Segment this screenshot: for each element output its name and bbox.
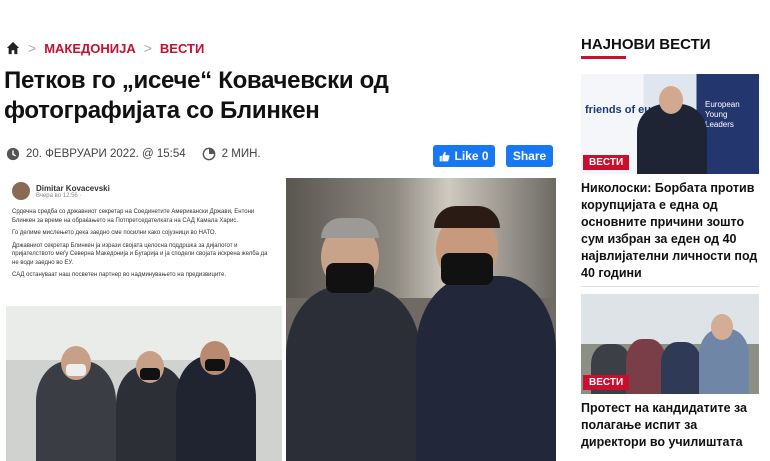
timer-icon <box>202 147 216 161</box>
article-meta: 20. ФЕВРУАРИ 2022. @ 15:54 2 МИН. <box>6 147 261 161</box>
fb-time: Вчера во 12:56 · <box>36 192 82 199</box>
home-icon[interactable] <box>6 41 20 55</box>
fb-post-text: Срдечна средба со државниот секретар на … <box>12 208 274 284</box>
sidebar-title: НАЈНОВИ ВЕСТИ <box>581 36 711 53</box>
chevron-right-icon: > <box>28 40 37 56</box>
article-image-fb-post: Dimitar Kovacevski Вчера во 12:56 · Срде… <box>6 178 282 461</box>
news-card[interactable]: friends of eu European Young Leaders ВЕС… <box>581 74 759 282</box>
news-card-title[interactable]: Протест на кандидатите за полагање испит… <box>581 400 759 451</box>
fb-paragraph: САД остануваат наш посветен партнер во н… <box>12 272 226 278</box>
fb-paragraph: Државниот секретар Блинкен ја изрази сво… <box>12 242 268 266</box>
article-title: Петков го „исече“ Ковачевски од фотограф… <box>4 67 389 124</box>
news-card-image[interactable]: ВЕСТИ <box>581 294 759 394</box>
article-image-photo <box>286 178 556 461</box>
card-image-text: European Young Leaders <box>705 100 740 129</box>
fb-post-photo <box>6 306 282 461</box>
news-category-badge[interactable]: ВЕСТИ <box>583 375 630 390</box>
breadcrumb: > МАКЕДОНИЈА > ВЕСТИ <box>6 40 204 56</box>
chevron-right-icon: > <box>143 40 152 56</box>
breadcrumb-item-news[interactable]: ВЕСТИ <box>160 41 204 56</box>
like-label: Like 0 <box>454 149 489 163</box>
facebook-share-button[interactable]: Share <box>506 145 553 167</box>
fb-post-header: Dimitar Kovacevski Вчера во 12:56 · <box>12 182 110 200</box>
facebook-like-button[interactable]: Like 0 <box>433 145 495 167</box>
news-card-image[interactable]: friends of eu European Young Leaders ВЕС… <box>581 74 759 174</box>
sidebar-title-underline <box>581 56 626 59</box>
fb-author: Dimitar Kovacevski <box>36 183 110 193</box>
clock-icon <box>6 147 20 161</box>
news-card-title[interactable]: Николоски: Борбата против корупцијата е … <box>581 180 759 282</box>
read-time: 2 МИН. <box>221 148 261 160</box>
breadcrumb-item-macedonia[interactable]: МАКЕДОНИЈА <box>44 41 136 56</box>
fb-paragraph: Срдечна средба со државниот секретар на … <box>12 209 255 224</box>
news-category-badge[interactable]: ВЕСТИ <box>583 155 630 170</box>
avatar <box>12 182 30 200</box>
article-date: 20. ФЕВРУАРИ 2022. @ 15:54 <box>26 148 186 160</box>
thumb-up-icon <box>440 151 450 161</box>
fb-paragraph: Го делиме мислењето дека заедно сме поси… <box>12 230 217 236</box>
divider <box>581 286 759 287</box>
news-card[interactable]: ВЕСТИ Протест на кандидатите за полагање… <box>581 294 759 451</box>
card-image-text: friends of eu <box>585 104 652 116</box>
